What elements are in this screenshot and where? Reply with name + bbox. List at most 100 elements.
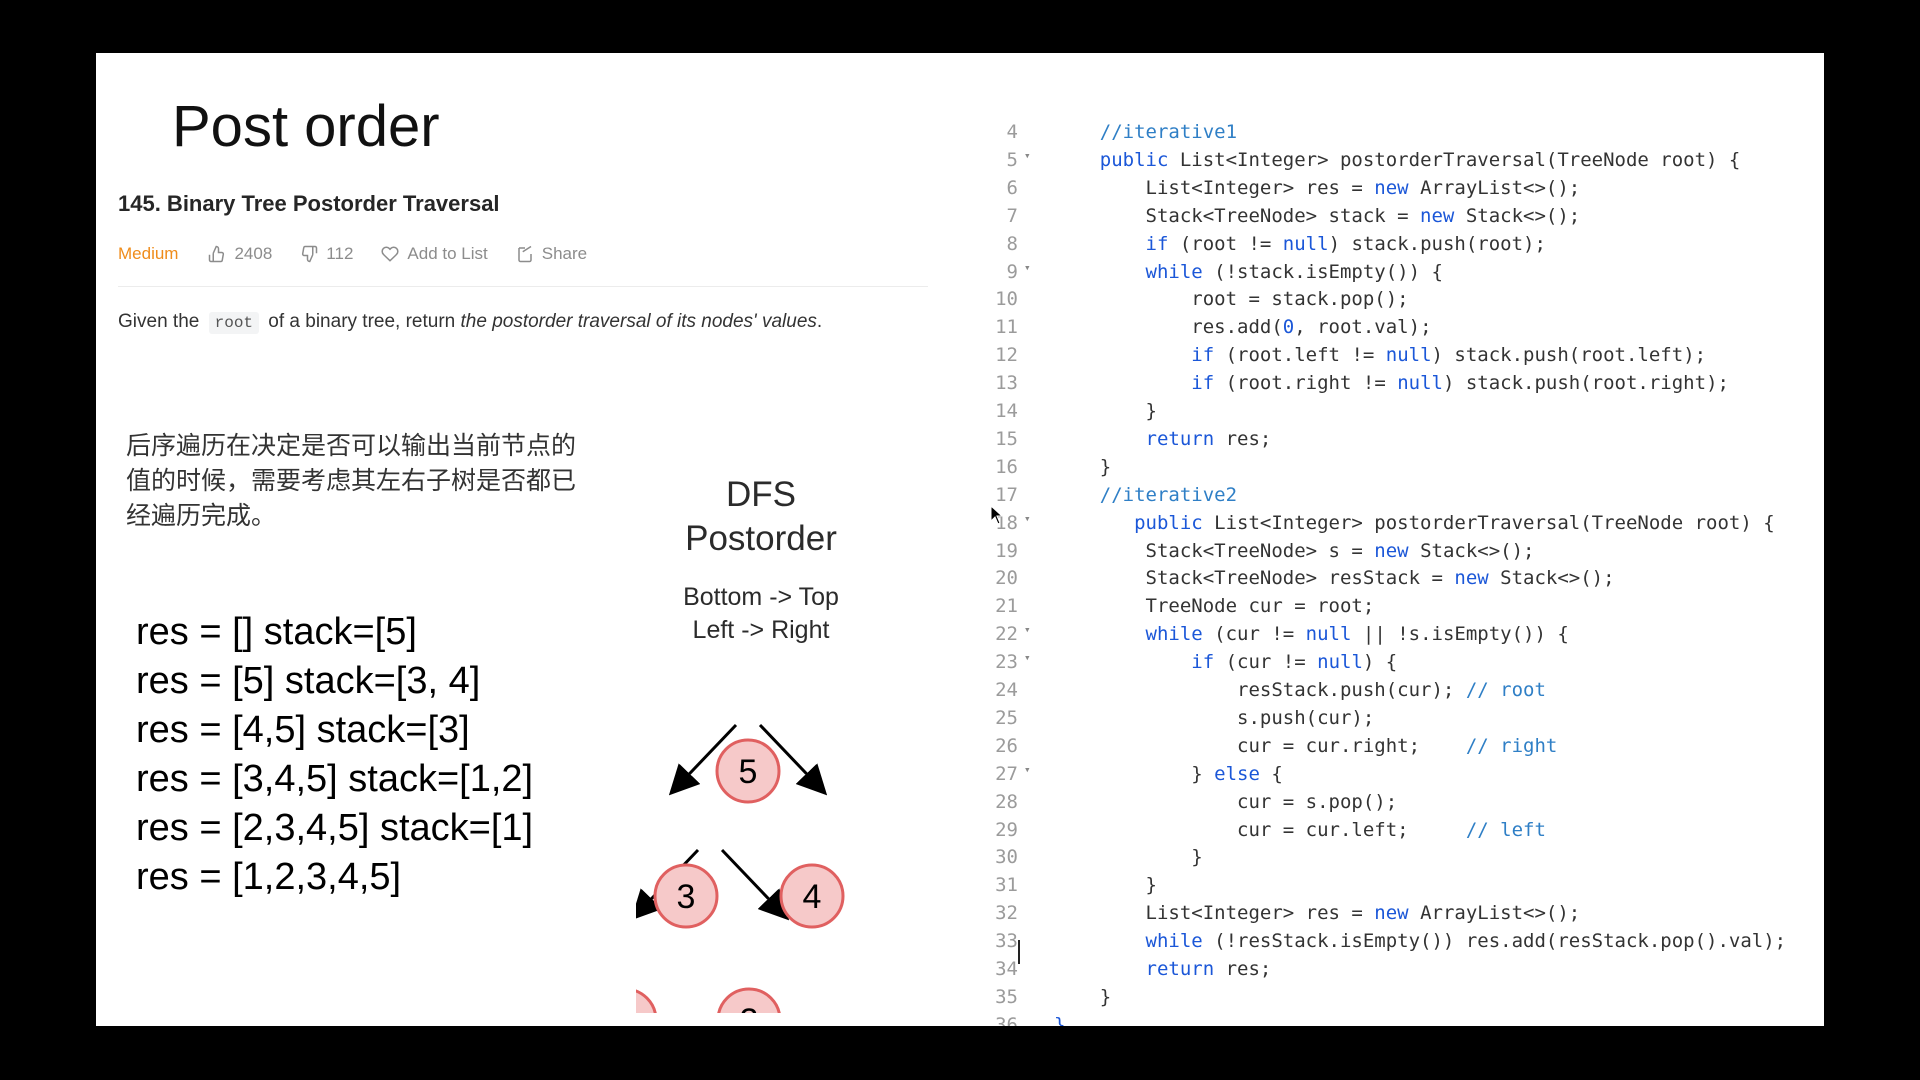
code-line[interactable]: s.push(cur); xyxy=(1054,707,1374,729)
divider xyxy=(118,286,928,287)
code-line[interactable]: Stack<TreeNode> s = new Stack<>(); xyxy=(1054,540,1535,562)
line-number: 10 xyxy=(995,288,1018,311)
tree-node-label: 5 xyxy=(739,753,758,791)
code-line[interactable]: List<Integer> res = new ArrayList<>(); xyxy=(1054,902,1581,924)
code-line[interactable]: } xyxy=(1054,986,1111,1008)
code-editor[interactable]: 4 //iterative1 5 ▾ public List<Integer> po… xyxy=(942,113,1824,1026)
code-line[interactable]: cur = s.pop(); xyxy=(1054,791,1397,813)
code-line[interactable]: while (!resStack.isEmpty()) res.add(resS… xyxy=(1054,930,1787,952)
code-line[interactable]: } xyxy=(1054,874,1157,896)
code-line[interactable]: } xyxy=(1054,456,1111,478)
code-line[interactable]: if (root != null) stack.push(root); xyxy=(1054,233,1546,255)
code-line[interactable]: } else { xyxy=(1054,763,1283,785)
text-cursor xyxy=(1018,940,1020,964)
fold-arrow-icon[interactable]: ▾ xyxy=(1024,149,1031,162)
code-line[interactable]: } xyxy=(1054,1014,1065,1026)
mouse-pointer-icon xyxy=(990,505,1004,525)
code-line[interactable]: public List<Integer> postorderTraversal(… xyxy=(1054,149,1741,171)
code-line[interactable]: while (!stack.isEmpty()) { xyxy=(1054,261,1443,283)
problem-meta-bar: Medium 2408 112 Add to List Share xyxy=(118,239,615,269)
tree-node-left: 3 xyxy=(653,863,719,929)
dfs-order-line1: Bottom -> Top xyxy=(683,583,839,611)
heart-icon xyxy=(381,246,399,262)
chinese-note: 后序遍历在决定是否可以输出当前节点的值的时候，需要考虑其左右子树是否都已经遍历完… xyxy=(126,431,577,530)
slide-title: Post order xyxy=(172,94,440,159)
tree-node-right: 4 xyxy=(779,863,845,929)
fold-arrow-icon[interactable]: ▾ xyxy=(1024,763,1031,776)
line-number: 24 xyxy=(995,679,1018,701)
share-label: Share xyxy=(541,244,588,263)
dfs-order-line2: Left -> Right xyxy=(692,616,830,644)
fold-arrow-icon[interactable]: ▾ xyxy=(1024,651,1031,664)
line-number: 27 ▾ xyxy=(995,762,1031,785)
code-line[interactable]: } xyxy=(1054,846,1202,868)
fold-arrow-icon[interactable]: ▾ xyxy=(1024,261,1031,274)
code-line[interactable]: resStack.push(cur); // root xyxy=(1054,679,1546,701)
code-line[interactable]: if (root.left != null) stack.push(root.l… xyxy=(1054,344,1706,366)
code-line[interactable]: while (cur != null || !s.isEmpty()) { xyxy=(1054,623,1569,645)
code-line[interactable]: if (root.right != null) stack.push(root.… xyxy=(1054,372,1729,394)
dfs-heading-line1: DFS xyxy=(726,475,796,514)
code-line[interactable]: TreeNode cur = root; xyxy=(1054,595,1375,617)
trace-steps: res = [] stack=[5] res = [5] stack=[3, 4… xyxy=(136,608,533,902)
problem-title[interactable]: 145. Binary Tree Postorder Traversal xyxy=(118,191,500,217)
line-number: 7 xyxy=(1006,204,1018,227)
line-number: 32 xyxy=(995,902,1018,925)
line-number: 4 xyxy=(1006,121,1018,143)
share-icon xyxy=(517,245,532,263)
fold-arrow-icon[interactable]: ▾ xyxy=(1024,512,1031,525)
like-button[interactable]: 2408 xyxy=(208,244,272,264)
tree-node-root: 5 xyxy=(715,738,781,804)
line-number: 14 xyxy=(995,400,1018,422)
code-line[interactable]: Stack<TreeNode> resStack = new Stack<>()… xyxy=(1054,567,1615,589)
code-line[interactable]: } xyxy=(1054,400,1157,422)
line-number: 19 xyxy=(995,539,1018,562)
line-number: 34 xyxy=(995,958,1018,980)
thumbs-down-icon xyxy=(302,245,318,263)
code-line[interactable]: res.add(0, root.val); xyxy=(1054,316,1431,338)
line-number: 18 ▾ xyxy=(995,511,1031,534)
thumbs-up-icon xyxy=(209,245,225,263)
line-number: 13 xyxy=(995,372,1018,395)
tree-node-left-right: 2 xyxy=(717,987,781,1013)
share-button[interactable]: Share xyxy=(516,244,587,264)
code-line[interactable]: root = stack.pop(); xyxy=(1054,288,1408,310)
code-line[interactable]: Stack<TreeNode> stack = new Stack<>(); xyxy=(1054,205,1581,227)
line-number: 29 xyxy=(995,818,1018,841)
line-number: 26 xyxy=(995,734,1018,757)
trace-step: res = [4,5] stack=[3] xyxy=(136,709,470,751)
line-number: 11 xyxy=(995,316,1018,339)
code-line[interactable]: //iterative1 xyxy=(1054,121,1237,143)
line-number: 20 xyxy=(995,567,1018,590)
tree-edge xyxy=(720,848,790,921)
line-number: 9 ▾ xyxy=(1006,260,1031,283)
dislike-count: 112 xyxy=(326,244,354,263)
line-number: 33 xyxy=(995,930,1018,953)
line-number: 28 xyxy=(995,790,1018,813)
code-line[interactable]: return res; xyxy=(1054,958,1272,980)
trace-step: res = [5] stack=[3, 4] xyxy=(136,660,481,702)
line-number: 35 xyxy=(995,985,1018,1008)
add-to-list-button[interactable]: Add to List xyxy=(381,244,488,264)
code-line[interactable]: public List<Integer> postorderTraversal(… xyxy=(1054,512,1775,534)
code-line[interactable]: List<Integer> res = new ArrayList<>(); xyxy=(1054,177,1581,199)
code-line[interactable]: if (cur != null) { xyxy=(1054,651,1397,673)
like-count: 2408 xyxy=(234,244,273,263)
difficulty-badge: Medium xyxy=(118,244,179,263)
code-line[interactable]: cur = cur.left; // left xyxy=(1054,819,1546,841)
code-line[interactable]: cur = cur.right; // right xyxy=(1054,735,1557,757)
code-line[interactable]: //iterative2 xyxy=(1054,484,1237,506)
trace-step: res = [] stack=[5] xyxy=(136,611,417,653)
slide: Post order 145. Binary Tree Postorder Tr… xyxy=(96,53,1824,1026)
line-number: 31 xyxy=(995,874,1018,897)
line-number: 30 xyxy=(995,846,1018,869)
line-number: 5 ▾ xyxy=(1006,148,1031,171)
tree-node-left-left: 1 xyxy=(636,989,657,1013)
code-line[interactable]: return res; xyxy=(1054,428,1272,450)
dislike-button[interactable]: 112 xyxy=(300,244,353,264)
line-number: 36 xyxy=(995,1013,1018,1026)
line-number: 6 xyxy=(1006,176,1018,199)
dfs-heading: DFS Postorder xyxy=(656,473,866,561)
fold-arrow-icon[interactable]: ▾ xyxy=(1024,623,1031,636)
description-middle: of a binary tree, return xyxy=(268,311,456,332)
